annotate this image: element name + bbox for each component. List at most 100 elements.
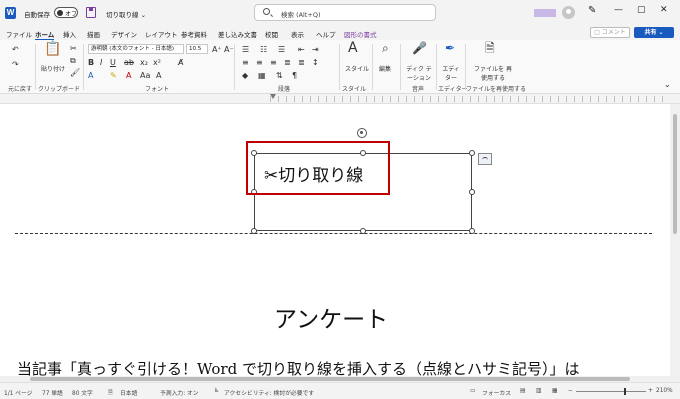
paste-button[interactable]: 貼り付け — [41, 64, 65, 73]
microphone-icon[interactable]: 🎤 — [412, 42, 427, 54]
document-title[interactable]: 切り取り線 ⌄ — [106, 9, 146, 19]
underline-icon[interactable]: U — [110, 58, 116, 67]
copy-icon[interactable]: ⧉ — [70, 56, 76, 65]
multilevel-list-icon[interactable]: ☰ — [278, 45, 285, 54]
font-color-icon[interactable]: A — [126, 71, 131, 80]
editor-icon[interactable]: ✒ — [445, 42, 455, 54]
user-name-block[interactable] — [534, 9, 556, 17]
distributed-icon[interactable]: ≣ — [298, 58, 305, 67]
align-left-icon[interactable]: ≡ — [242, 58, 249, 67]
superscript-icon[interactable]: x² — [153, 58, 161, 67]
minimize-button[interactable]: — — [614, 5, 623, 15]
indent-marker-icon[interactable] — [270, 94, 276, 99]
font-name-select[interactable]: 游明朝 (本文のフォント - 日本語) — [88, 44, 184, 54]
cut-icon[interactable]: ✂ — [70, 44, 77, 53]
tab-file[interactable]: ファイル — [6, 29, 32, 39]
tab-home[interactable]: ホーム — [35, 29, 55, 41]
save-icon[interactable] — [86, 7, 96, 18]
grow-font-icon[interactable]: A⁺ — [212, 45, 222, 54]
print-layout-icon[interactable]: ▥ — [536, 388, 541, 394]
accessibility-status[interactable]: アクセシビリティ: 検討が必要です — [224, 388, 314, 397]
styles-icon[interactable]: A — [348, 41, 358, 55]
bullets-icon[interactable]: ☰ — [242, 45, 249, 54]
increase-indent-icon[interactable]: ⇥ — [312, 45, 319, 54]
line-spacing-icon[interactable]: ↕ — [312, 58, 319, 67]
tab-shape-format[interactable]: 図形の書式 — [344, 29, 377, 39]
pen-icon[interactable]: ✎ — [588, 5, 596, 16]
sort-icon[interactable]: ⇅ — [276, 71, 283, 80]
dictation-button[interactable]: ディク テーション — [405, 64, 433, 82]
resize-handle[interactable] — [469, 150, 475, 156]
resize-handle[interactable] — [469, 189, 475, 195]
shading-icon[interactable]: ◆ — [242, 71, 248, 80]
language[interactable]: 日本語 — [120, 388, 137, 397]
zoom-slider[interactable] — [576, 388, 646, 395]
scroll-thumb[interactable] — [673, 114, 677, 234]
scroll-thumb[interactable] — [30, 377, 630, 381]
text-predictions[interactable]: 予測入力: オン — [160, 388, 199, 397]
avatar[interactable] — [562, 6, 575, 19]
change-case-icon[interactable]: Aa — [140, 71, 150, 80]
vertical-scrollbar[interactable] — [670, 104, 680, 382]
shrink-font-icon[interactable]: A⁻ — [224, 45, 234, 54]
read-mode-icon[interactable]: ▤ — [520, 388, 525, 394]
tab-draw[interactable]: 描画 — [87, 29, 100, 39]
horizontal-ruler[interactable] — [0, 94, 680, 104]
borders-icon[interactable]: ▦ — [258, 71, 266, 80]
focus-mode[interactable]: フォーカス — [482, 388, 511, 397]
proofing-icon[interactable]: 🗎 — [108, 388, 113, 398]
autosave-toggle[interactable]: オフ — [54, 7, 78, 18]
align-right-icon[interactable]: ≡ — [270, 58, 277, 67]
rotate-handle-icon[interactable] — [357, 128, 367, 138]
find-icon[interactable]: ⌕ — [382, 42, 389, 54]
zoom-in-icon[interactable]: + — [648, 388, 653, 394]
tab-review[interactable]: 校閲 — [265, 29, 278, 39]
collapse-ribbon-icon[interactable]: ⌄ — [664, 80, 671, 89]
reuse-file-button[interactable]: ファイルを 再使用する — [472, 64, 514, 82]
tab-layout[interactable]: レイアウト — [145, 29, 178, 39]
char-count[interactable]: 80 文字 — [72, 388, 93, 397]
document-heading[interactable]: アンケート — [274, 300, 388, 334]
editor-button[interactable]: エディ ター — [440, 64, 462, 82]
show-marks-icon[interactable]: ¶ — [292, 71, 297, 80]
clear-format-icon[interactable]: A̸ — [178, 58, 183, 67]
word-count[interactable]: 77 単語 — [42, 388, 63, 397]
tab-mailings[interactable]: 差し込み文書 — [218, 29, 257, 39]
tab-design[interactable]: デザイン — [111, 29, 137, 39]
subscript-icon[interactable]: x₂ — [140, 58, 148, 67]
justify-icon[interactable]: ≣ — [284, 58, 291, 67]
italic-icon[interactable]: I — [100, 58, 102, 67]
undo-icon[interactable]: ↶ — [12, 45, 19, 54]
redo-icon[interactable]: ↷ — [12, 60, 19, 69]
character-shading-icon[interactable]: A — [156, 71, 161, 80]
align-center-icon[interactable]: ≡ — [256, 58, 263, 67]
editing-button[interactable]: 編集 — [379, 64, 391, 73]
resize-handle[interactable] — [360, 228, 366, 234]
accessibility-icon[interactable]: ♿ — [214, 388, 219, 394]
decrease-indent-icon[interactable]: ⇤ — [298, 45, 305, 54]
layout-options-icon[interactable] — [478, 153, 492, 165]
text-effects-icon[interactable]: A — [88, 71, 93, 80]
reuse-file-icon[interactable]: 🗎 — [485, 42, 495, 54]
zoom-out-icon[interactable]: − — [568, 388, 573, 394]
numbering-icon[interactable]: ☷ — [260, 45, 267, 54]
share-button[interactable]: 共有 ⌄ — [634, 27, 674, 38]
tab-view[interactable]: 表示 — [291, 29, 304, 39]
web-layout-icon[interactable]: ▦ — [552, 388, 557, 394]
search-input[interactable]: 検索 (Alt+Q) — [254, 4, 436, 21]
maximize-button[interactable]: ▢ — [637, 5, 646, 15]
tab-insert[interactable]: 挿入 — [63, 29, 76, 39]
page-count[interactable]: 1/1 ページ — [4, 388, 32, 397]
focus-icon[interactable]: ▭ — [470, 388, 475, 394]
resize-handle[interactable] — [251, 228, 257, 234]
styles-button[interactable]: スタイル — [345, 64, 369, 73]
paste-icon[interactable]: 📋 — [44, 42, 61, 56]
close-button[interactable]: ✕ — [660, 5, 668, 15]
highlight-icon[interactable]: ✎ — [110, 71, 117, 80]
strikethrough-icon[interactable]: ab — [124, 58, 134, 67]
tab-references[interactable]: 参考資料 — [181, 29, 207, 39]
format-painter-icon[interactable]: 🖌 — [70, 68, 80, 77]
zoom-level[interactable]: 210% — [656, 388, 673, 394]
bold-icon[interactable]: B — [88, 58, 94, 67]
comment-button[interactable]: □ コメント — [590, 27, 630, 38]
